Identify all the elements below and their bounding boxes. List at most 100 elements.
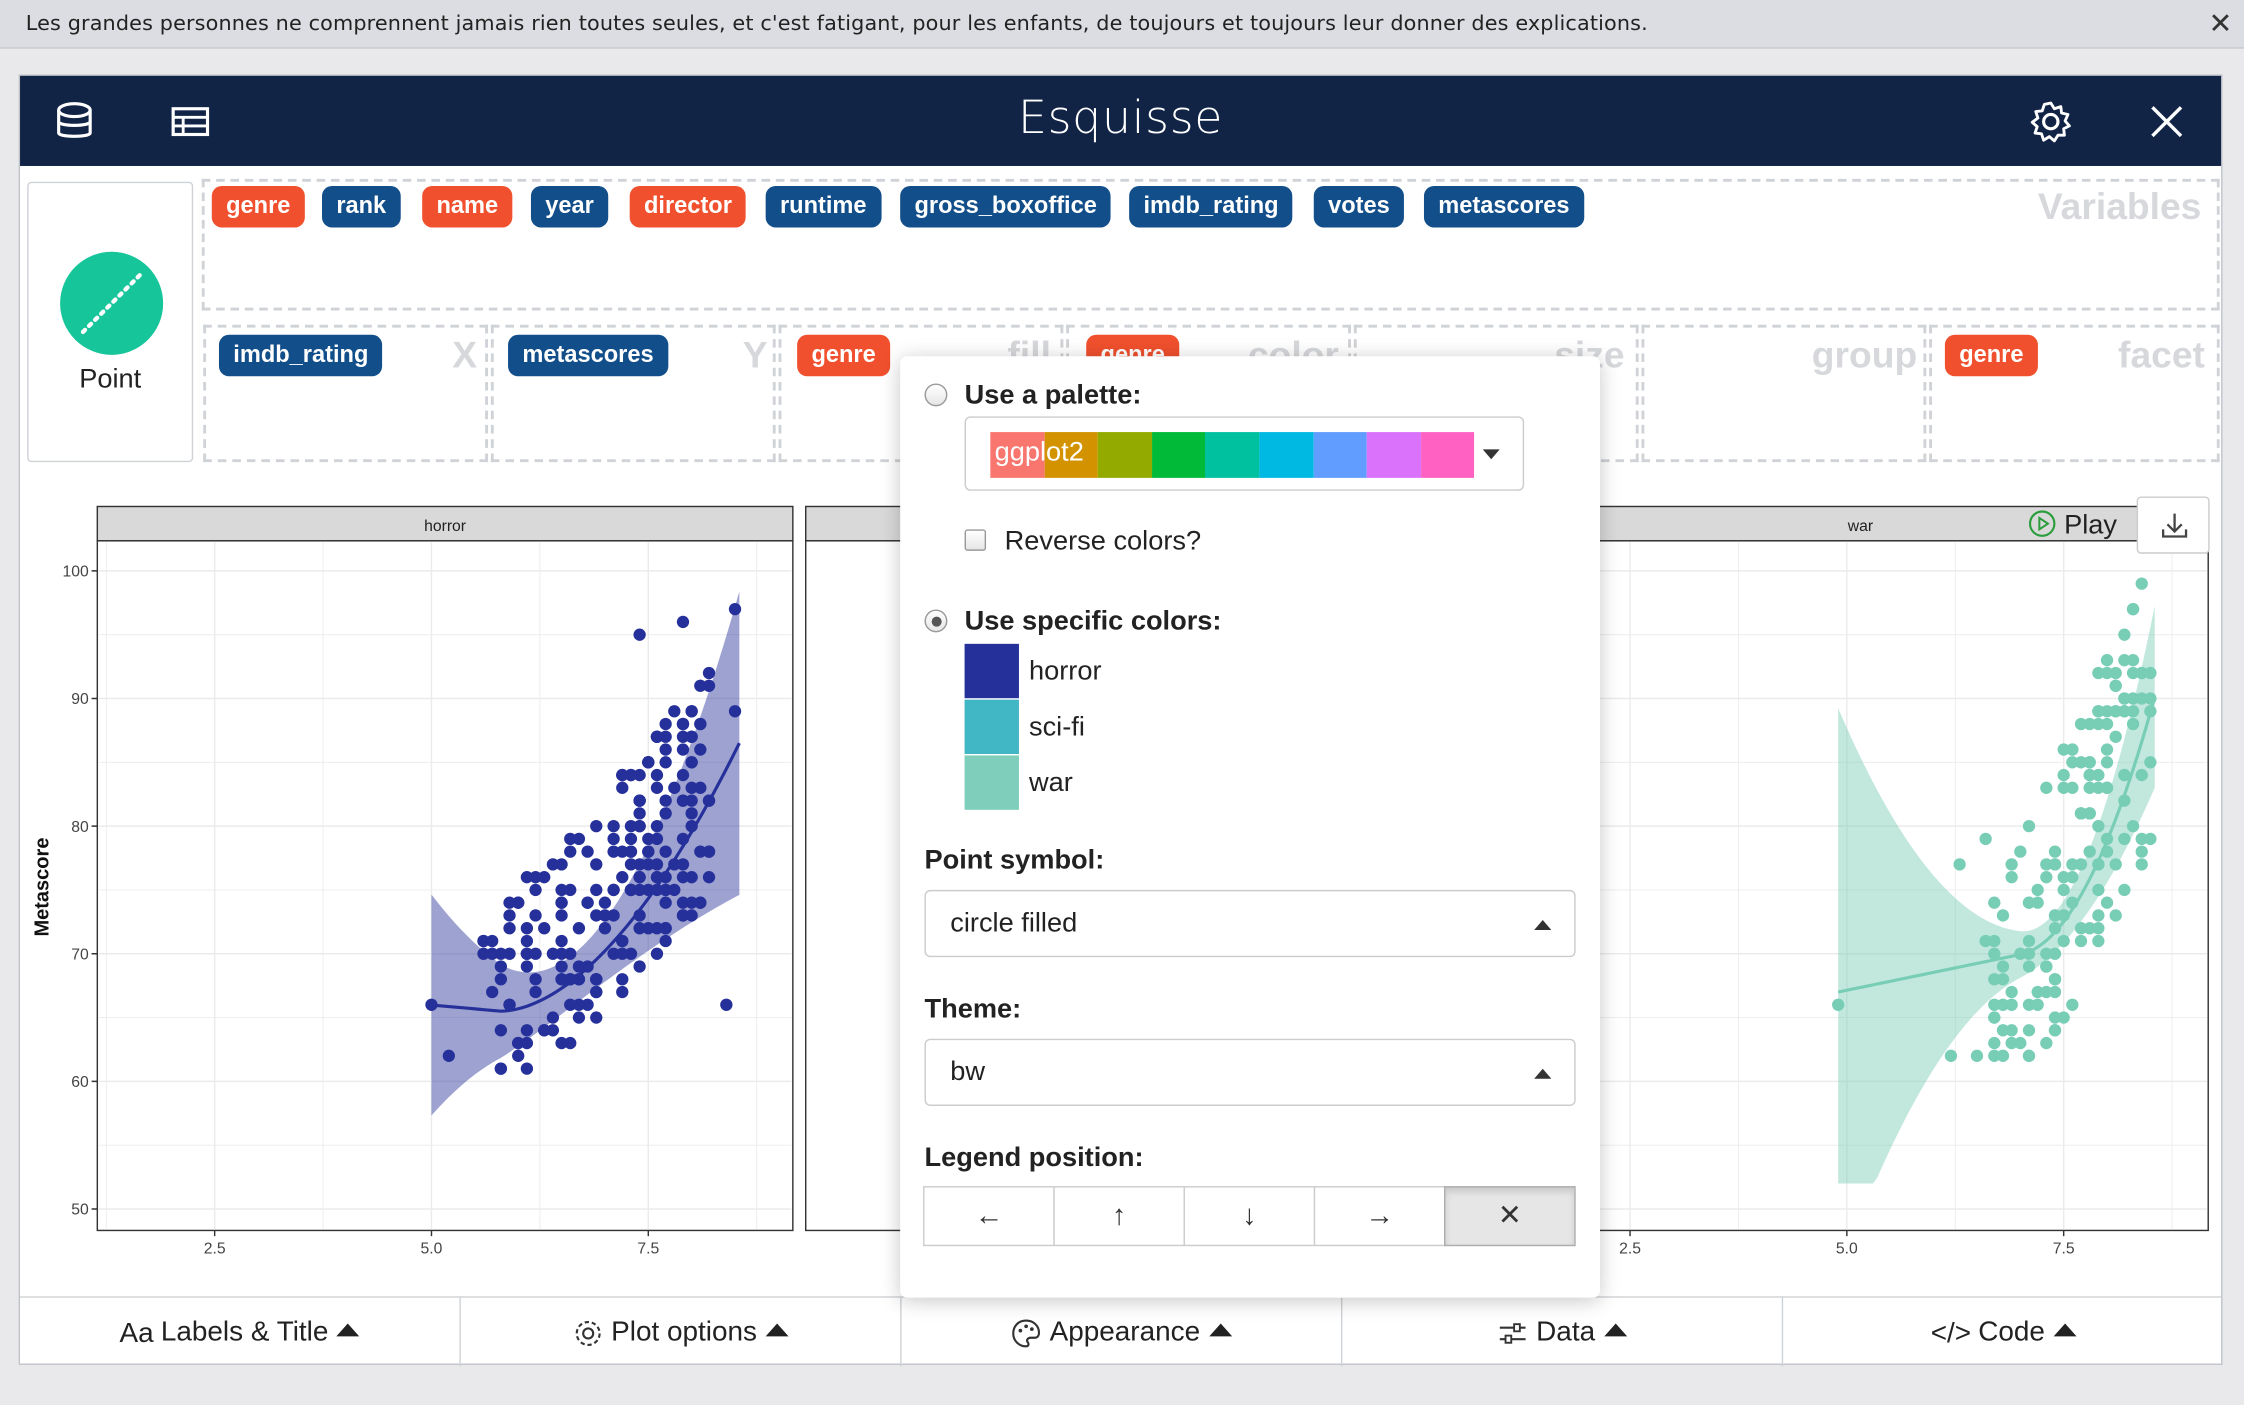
data-point	[494, 947, 508, 960]
data-point	[2057, 883, 2070, 897]
data-point	[728, 603, 742, 616]
y-tick-label: 90	[71, 691, 89, 708]
tab-plot-options[interactable]: Plot options	[461, 1297, 902, 1367]
data-point	[2135, 577, 2148, 590]
data-point	[564, 998, 577, 1011]
data-point	[650, 730, 664, 743]
data-point	[2048, 909, 2062, 922]
data-point	[2066, 998, 2079, 1011]
data-point	[486, 985, 499, 999]
data-point	[555, 960, 568, 973]
tab-code[interactable]: </> Code	[1783, 1298, 2224, 1367]
data-point	[676, 909, 690, 922]
data-point	[720, 998, 733, 1011]
data-point	[564, 1036, 577, 1050]
data-point	[2144, 756, 2157, 769]
data-point	[2092, 909, 2105, 922]
data-point	[659, 896, 672, 909]
data-point	[2074, 717, 2088, 731]
data-point	[624, 858, 638, 871]
data-point	[624, 947, 638, 960]
palette-name: ggplot2	[994, 437, 1084, 468]
data-point	[2100, 896, 2114, 909]
y-tick-label: 50	[71, 1202, 89, 1219]
data-point	[2048, 947, 2062, 960]
color-swatch-scifi[interactable]	[964, 699, 1019, 755]
data-point	[2118, 883, 2131, 897]
palette-color-7	[1366, 432, 1421, 478]
data-point	[685, 807, 698, 820]
data-point	[494, 973, 508, 986]
data-point	[2066, 743, 2079, 756]
data-point	[581, 896, 594, 909]
data-point	[676, 896, 690, 909]
data-point	[2022, 960, 2036, 973]
data-point	[2074, 934, 2088, 948]
download-button[interactable]	[2136, 496, 2210, 554]
legend-position-buttons: ← ↑ ↓ → ✕	[923, 1186, 1576, 1247]
data-point	[607, 819, 620, 833]
data-point	[590, 1011, 603, 1024]
data-point	[633, 807, 646, 820]
legend-right-button[interactable]: →	[1313, 1186, 1446, 1247]
strip-label-horror: horror	[424, 518, 466, 535]
play-button[interactable]: Play	[2028, 509, 2117, 542]
use-palette-radio[interactable]	[924, 383, 948, 407]
data-point	[442, 1049, 455, 1062]
data-point	[616, 768, 629, 782]
data-point	[2100, 654, 2114, 667]
data-point	[2135, 845, 2148, 858]
data-point	[2040, 871, 2053, 884]
data-point	[694, 679, 707, 692]
tab-appearance[interactable]: Appearance	[902, 1297, 1343, 1367]
use-specific-colors-radio[interactable]	[924, 609, 948, 633]
data-point	[1944, 1049, 1958, 1062]
y-tick-label: 60	[71, 1074, 89, 1091]
close-icon[interactable]: ✕	[2209, 6, 2233, 42]
data-point	[520, 960, 534, 973]
data-point	[624, 883, 638, 897]
caret-up-icon	[336, 1323, 360, 1337]
point-symbol-select[interactable]: circle filled	[924, 889, 1576, 958]
y-ticks: 100 90 80 70 60 50	[62, 564, 98, 1219]
point-symbol-value: circle filled	[950, 908, 1078, 939]
data-point	[2135, 832, 2148, 846]
data-point	[494, 960, 508, 973]
data-point	[1988, 1011, 2001, 1024]
legend-none-button[interactable]: ✕	[1444, 1186, 1576, 1247]
color-swatch-horror[interactable]	[964, 643, 1019, 699]
data-point	[659, 717, 672, 731]
data-point	[685, 794, 698, 807]
data-point	[2135, 768, 2148, 782]
data-point	[1979, 832, 1992, 846]
tab-labels-title[interactable]: Aa Labels & Title	[20, 1297, 461, 1367]
data-point	[590, 985, 603, 999]
data-point	[581, 845, 594, 858]
data-point	[616, 985, 629, 999]
point-symbol-heading: Point symbol:	[924, 845, 1105, 876]
data-point	[2074, 858, 2088, 871]
message-text: Les grandes personnes ne comprennent jam…	[25, 12, 1648, 36]
data-point	[2048, 973, 2062, 986]
legend-left-button[interactable]: ←	[923, 1186, 1055, 1247]
data-point	[598, 909, 612, 922]
tab-data[interactable]: Data	[1342, 1297, 1784, 1367]
reverse-colors-checkbox[interactable]	[964, 529, 987, 551]
data-point	[728, 705, 742, 718]
theme-select[interactable]: bw	[924, 1038, 1576, 1106]
data-point	[2083, 845, 2096, 858]
data-point	[676, 743, 690, 756]
data-point	[1988, 1049, 2001, 1062]
data-point	[494, 1062, 508, 1075]
palette-select[interactable]: ggplot2	[964, 416, 1525, 491]
legend-bottom-button[interactable]: ↓	[1183, 1186, 1316, 1247]
data-point	[2022, 819, 2036, 833]
legend-top-button[interactable]: ↑	[1053, 1186, 1185, 1247]
data-point	[2014, 845, 2027, 858]
data-point	[2005, 858, 2018, 871]
theme-heading: Theme:	[924, 994, 1022, 1025]
caret-down-icon	[1482, 449, 1500, 460]
data-point	[2092, 922, 2105, 935]
color-swatch-war[interactable]	[964, 755, 1019, 810]
data-point	[2040, 985, 2053, 999]
